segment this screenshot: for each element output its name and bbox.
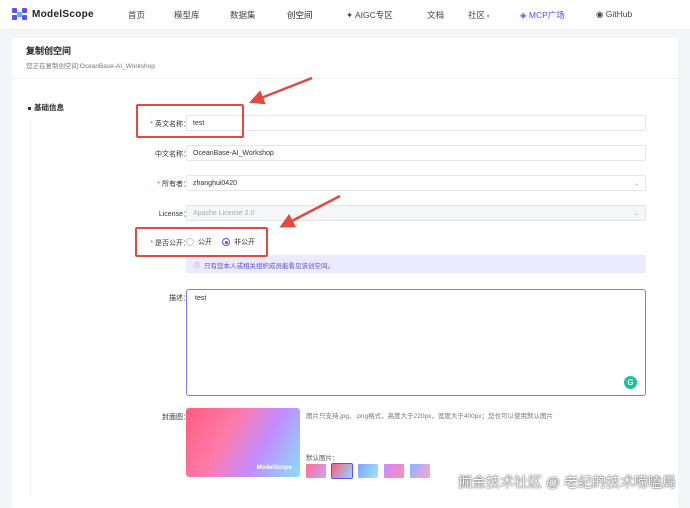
section-basic-info: 基础信息: [28, 102, 64, 113]
chevron-down-icon: ⌄: [633, 181, 639, 187]
owner-label: *所有者：: [157, 181, 190, 188]
license-select: Apache License 2.0 ⌄: [186, 205, 646, 221]
sparkle-icon: ✦: [346, 10, 356, 20]
default-image-thumb[interactable]: [384, 464, 404, 478]
nav-community-label: 社区: [468, 10, 486, 20]
watermark-text: 掘金技术社区 @ 老纪的技术唠嗑局: [458, 474, 676, 490]
info-icon: ⓘ: [194, 264, 201, 270]
description-textarea[interactable]: test G: [186, 289, 646, 396]
page-title: 复制创空间: [26, 46, 72, 56]
modelscope-logo-icon: [12, 8, 28, 20]
owner-value: zhanghui0420: [193, 180, 237, 187]
license-value: Apache License 2.0: [193, 210, 255, 217]
radio-private-label[interactable]: 非公开: [234, 237, 255, 247]
nav-docs[interactable]: 文档: [427, 9, 444, 21]
default-images-label: 默认图片：: [306, 455, 339, 462]
visibility-notice: ⓘ 只有您本人或相关组织成员能看见该创空间。: [186, 255, 646, 273]
modelscope-logo[interactable]: ModelScope: [12, 8, 94, 20]
nav-mcp[interactable]: ◈ MCP广场: [520, 9, 565, 21]
radio-private[interactable]: [222, 238, 230, 246]
default-image-list: [306, 463, 430, 479]
default-image-thumb[interactable]: [358, 464, 378, 478]
nav-github-label: GitHub: [605, 9, 633, 19]
nav-community[interactable]: 社区 ▾: [468, 9, 490, 21]
chinese-name-label: 中文名称：: [155, 151, 190, 158]
default-image-thumb[interactable]: [410, 464, 430, 478]
nav-models[interactable]: 模型库: [174, 9, 200, 21]
top-navbar: ModelScope 首页 模型库 数据集 创空间 ✦ AIGC专区 文档 社区…: [0, 0, 690, 30]
radio-public-label[interactable]: 公开: [198, 237, 212, 247]
notice-text: 只有您本人或相关组织成员能看见该创空间。: [204, 263, 335, 270]
mcp-icon: ◈: [520, 10, 529, 20]
nav-mcp-label: MCP广场: [528, 10, 565, 20]
radio-public[interactable]: [186, 238, 194, 246]
nav-aigc-label: AIGC专区: [355, 10, 393, 20]
nav-studios[interactable]: 创空间: [287, 9, 313, 21]
brand-name: ModelScope: [32, 8, 94, 20]
owner-select[interactable]: zhanghui0420 ⌄: [186, 175, 646, 191]
visibility-label: * 是否公开：: [150, 240, 190, 247]
chevron-down-icon: ▾: [485, 14, 490, 20]
grammarly-icon[interactable]: G: [624, 376, 637, 389]
page-subtitle: 您正在复制创空间:OceanBase-AI_Workshop: [26, 63, 155, 70]
english-name-input[interactable]: test: [186, 115, 646, 131]
description-value: test: [195, 295, 207, 302]
default-image-thumb[interactable]: [331, 463, 353, 479]
copy-studio-page: 复制创空间 您正在复制创空间:OceanBase-AI_Workshop 基础信…: [12, 38, 678, 508]
chevron-down-icon: ⌄: [633, 211, 639, 217]
header-divider: [12, 78, 678, 79]
cover-image-upload[interactable]: ModelScope: [186, 408, 300, 477]
visibility-radio-group: 公开 非公开: [186, 237, 255, 247]
chinese-name-input[interactable]: OceanBase-AI_Workshop: [186, 145, 646, 161]
license-label: License：: [158, 211, 190, 218]
english-name-label: *英文名称：: [150, 121, 190, 128]
nav-aigc[interactable]: ✦ AIGC专区: [346, 9, 393, 21]
nav-github[interactable]: ◉ GitHub: [596, 9, 632, 20]
bullet-icon: [28, 106, 31, 110]
description-label: 描述：: [169, 295, 190, 302]
cover-brand-text: ModelScope: [256, 465, 292, 471]
nav-datasets[interactable]: 数据集: [230, 9, 256, 21]
nav-home[interactable]: 首页: [128, 9, 145, 21]
section-rail: [30, 118, 31, 498]
cover-hint: 图片只支持.jpg、.png格式，高度大于220px，宽度大于400px；您也可…: [306, 413, 554, 420]
default-image-thumb[interactable]: [306, 464, 326, 478]
cover-label: 封面图：: [162, 414, 190, 421]
section-title: 基础信息: [34, 103, 64, 112]
github-icon: ◉: [596, 9, 606, 19]
